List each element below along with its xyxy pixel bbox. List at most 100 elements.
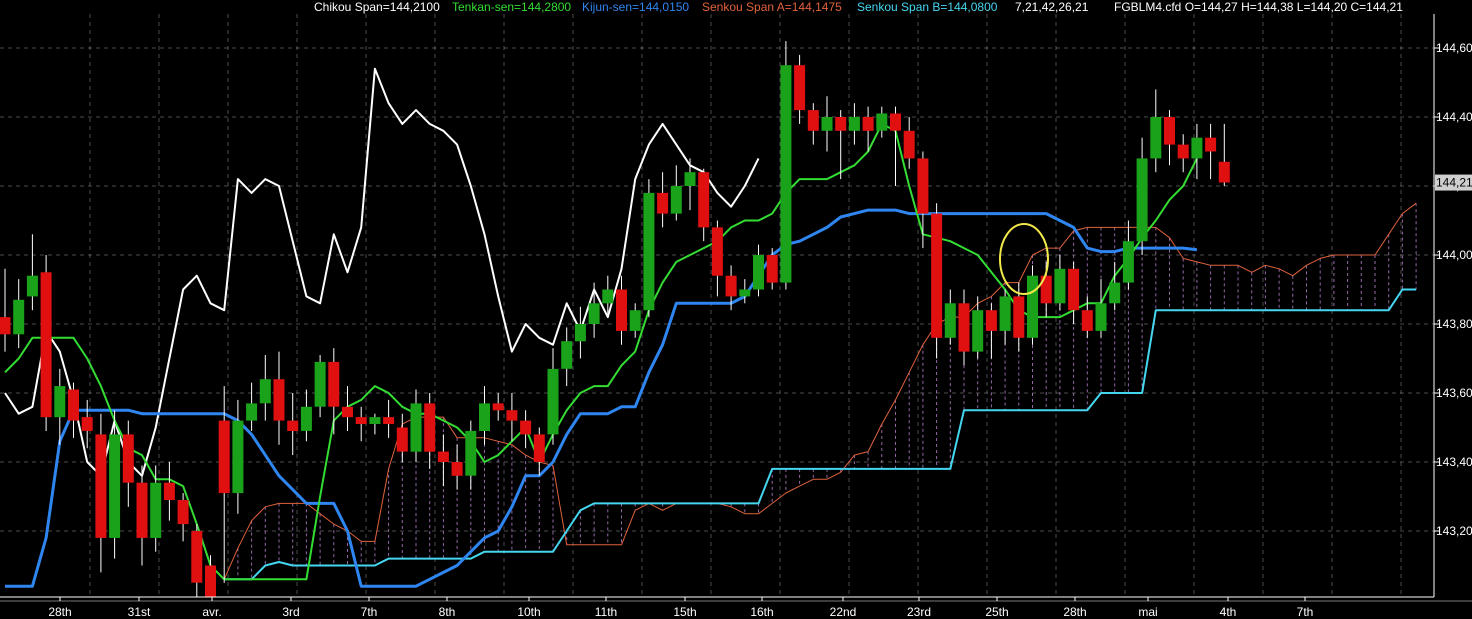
candle-body-39 <box>533 434 545 462</box>
candle-body-88 <box>1205 137 1217 152</box>
candle-body-17 <box>232 420 244 494</box>
candle-body-42 <box>574 324 586 342</box>
candle-body-59 <box>807 110 819 131</box>
candle-body-3 <box>40 272 52 418</box>
candle-body-49 <box>670 186 682 214</box>
y-tick-label-7: 143,20 <box>1436 524 1472 538</box>
candle-body-75 <box>1027 275 1038 338</box>
candle-body-63 <box>862 117 874 131</box>
x-tick-label-16: 7th <box>1297 605 1314 619</box>
x-tick-label-3: 3rd <box>282 605 299 619</box>
candle-body-70 <box>958 303 970 352</box>
candle-body-84 <box>1150 117 1162 159</box>
candle-body-45 <box>616 289 627 331</box>
candle-body-67 <box>917 158 929 214</box>
candle-body-60 <box>821 117 833 131</box>
y-tick-label-0: 144,60 <box>1436 41 1472 55</box>
x-tick-label-15: 4th <box>1220 605 1237 619</box>
y-tick-label-5: 143,60 <box>1436 386 1472 400</box>
candle-body-25 <box>342 406 353 418</box>
candle-body-68 <box>931 213 943 338</box>
candle-body-28 <box>383 417 395 424</box>
candle-body-7 <box>95 434 107 538</box>
candle-body-53 <box>725 275 737 297</box>
candle-body-10 <box>136 482 148 538</box>
candle-body-48 <box>657 192 669 214</box>
candle-body-65 <box>890 113 901 131</box>
candle-body-80 <box>1095 303 1107 331</box>
header-params: 7,21,42,26,21 <box>1015 0 1089 14</box>
candle-body-31 <box>424 403 436 452</box>
candle-body-73 <box>999 296 1011 331</box>
candle-body-23 <box>314 361 326 407</box>
candle-body-69 <box>944 303 956 338</box>
candle-body-34 <box>465 430 477 476</box>
candle-body-85 <box>1164 117 1175 145</box>
candle-body-8 <box>109 434 121 538</box>
candle-body-47 <box>643 192 655 311</box>
candle-body-86 <box>1177 144 1189 159</box>
header-span-b: Senkou Span B=144,0800 <box>857 0 998 14</box>
candle-body-71 <box>972 310 984 352</box>
candle-body-62 <box>848 117 860 131</box>
candle-body-44 <box>602 289 614 304</box>
y-tick-label-1: 144,40 <box>1436 110 1472 124</box>
candle-body-6 <box>81 417 93 431</box>
x-tick-label-14: mai <box>1138 605 1157 619</box>
candle-body-30 <box>410 403 422 452</box>
y-tick-label-4: 143,80 <box>1436 317 1472 331</box>
candle-body-26 <box>355 417 367 424</box>
candle-body-61 <box>835 117 847 131</box>
candle-body-2 <box>26 275 38 297</box>
candle-body-9 <box>122 434 134 483</box>
candle-body-81 <box>1109 282 1121 304</box>
candle-body-37 <box>506 410 518 421</box>
candle-body-0 <box>0 317 11 335</box>
price-badge: 144,21 <box>1436 176 1472 190</box>
x-tick-label-9: 16th <box>750 605 773 619</box>
x-tick-label-10: 22nd <box>830 605 857 619</box>
candle-body-82 <box>1122 241 1134 283</box>
ichimoku-chart: 144,60144,40144,20144,00143,80143,60143,… <box>0 0 1472 619</box>
candle-body-54 <box>739 289 751 297</box>
header-tenkan: Tenkan-sen=144,2800 <box>452 0 571 14</box>
x-tick-label-13: 28th <box>1063 605 1086 619</box>
header-span-a: Senkou Span A=144,1475 <box>702 0 842 14</box>
candle-body-21 <box>287 420 299 431</box>
candle-body-50 <box>684 172 696 186</box>
candle-body-20 <box>273 379 285 421</box>
candle-body-15 <box>205 565 216 600</box>
y-tick-label-3: 144,00 <box>1436 248 1472 262</box>
candle-body-24 <box>328 361 340 407</box>
candle-body-16 <box>218 420 230 494</box>
x-tick-label-4: 7th <box>361 605 378 619</box>
candle-body-13 <box>177 500 189 525</box>
candle-body-18 <box>246 403 258 421</box>
candle-body-35 <box>479 403 490 431</box>
candle-body-78 <box>1068 268 1080 311</box>
candle-body-89 <box>1218 161 1230 183</box>
candle-body-11 <box>150 482 162 538</box>
candle-body-46 <box>629 310 641 331</box>
candle-body-33 <box>451 462 463 476</box>
candle-body-55 <box>753 255 764 290</box>
x-tick-label-8: 15th <box>673 605 696 619</box>
candle-body-57 <box>780 65 792 283</box>
candle-body-58 <box>794 65 806 111</box>
candle-body-77 <box>1054 268 1066 304</box>
candle-body-43 <box>588 303 600 324</box>
candle-body-74 <box>1013 296 1025 338</box>
y-tick-label-6: 143,40 <box>1436 455 1472 469</box>
candle-body-41 <box>561 341 573 369</box>
header-ohlc: FGBLM4.cfd O=144,27 H=144,38 L=144,20 C=… <box>1114 0 1403 14</box>
candle-body-32 <box>437 451 449 462</box>
candle-body-56 <box>766 255 778 283</box>
candle-body-72 <box>985 310 997 331</box>
x-tick-label-7: 11th <box>595 605 617 619</box>
x-tick-label-2: avr. <box>202 605 221 619</box>
candle-body-51 <box>698 172 710 228</box>
header-kijun: Kijun-sen=144,0150 <box>582 0 689 14</box>
candle-body-87 <box>1191 137 1203 159</box>
x-tick-label-12: 25th <box>985 605 1008 619</box>
candle-body-1 <box>13 299 25 335</box>
